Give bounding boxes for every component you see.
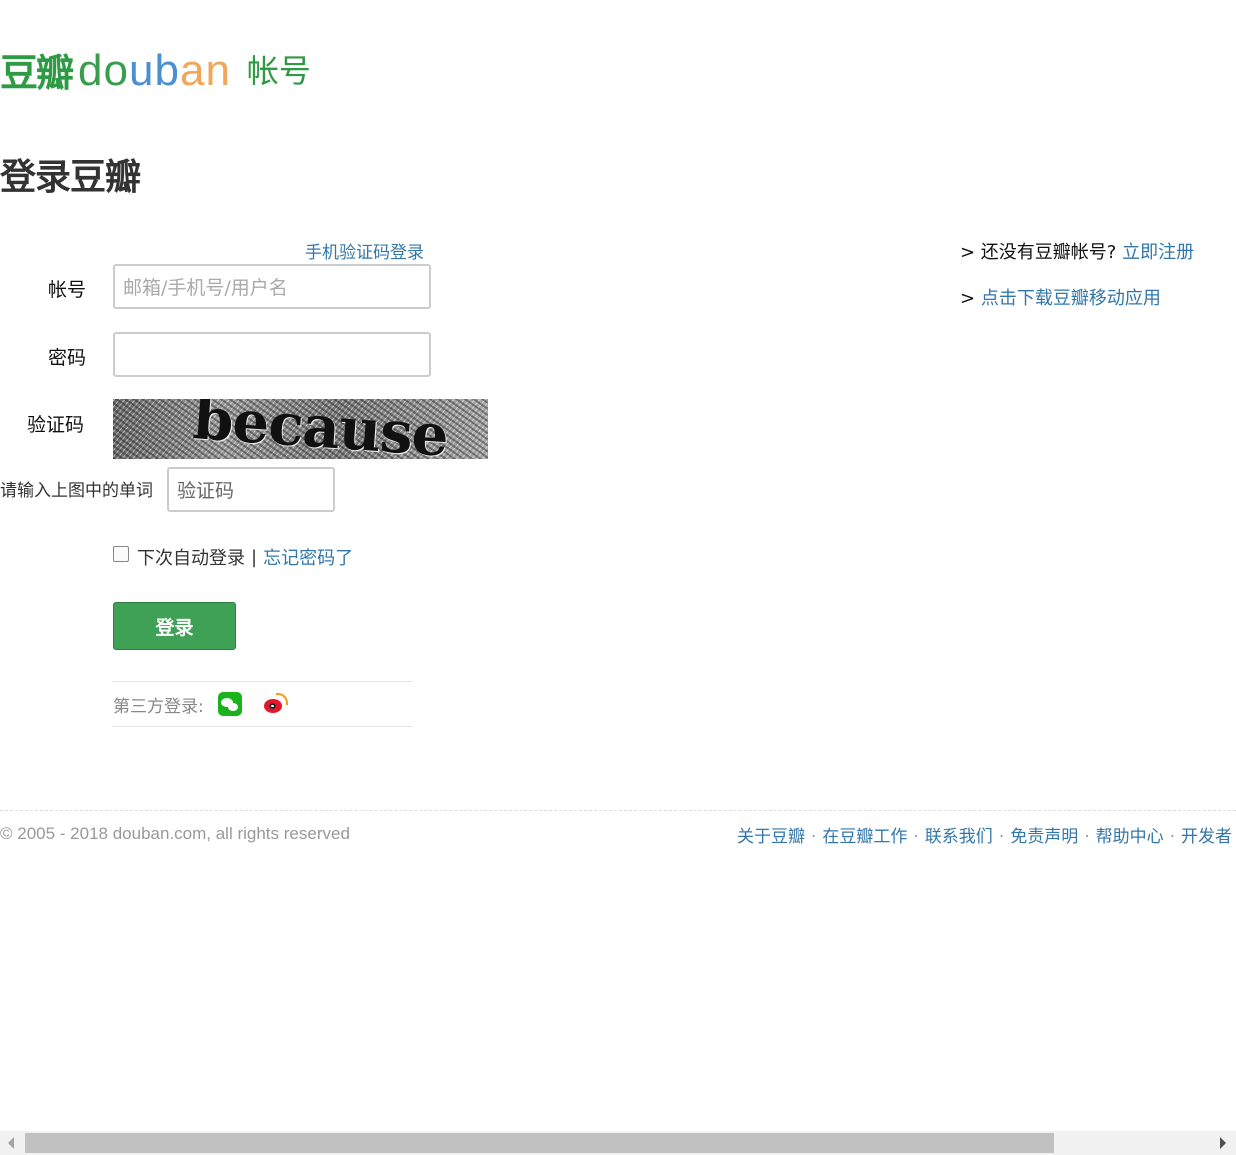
footer-link-disclaimer[interactable]: 免责声明 bbox=[1010, 827, 1078, 847]
download-app-link[interactable]: 点击下载豆瓣移动应用 bbox=[981, 288, 1161, 309]
footer-divider bbox=[0, 810, 1236, 811]
footer-links: 关于豆瓣 · 在豆瓣工作 · 联系我们 · 免责声明 · 帮助中心 · 开发者 bbox=[737, 827, 1233, 847]
page-title: 登录豆瓣 bbox=[0, 157, 141, 198]
captcha-label: 验证码 bbox=[27, 414, 85, 436]
copyright: © 2005 - 2018 douban.com, all rights res… bbox=[0, 824, 350, 843]
douban-logo[interactable]: 豆瓣 douban 帐号 bbox=[0, 40, 311, 96]
remember-me-label[interactable]: 下次自动登录 bbox=[137, 544, 245, 570]
download-app-row: > 点击下载豆瓣移动应用 bbox=[960, 284, 1161, 310]
captcha-prompt: 请输入上图中的单词 bbox=[0, 481, 153, 501]
account-input[interactable]: 邮箱/手机号/用户名 bbox=[113, 264, 431, 309]
login-button[interactable]: 登录 bbox=[113, 602, 236, 650]
scroll-left-arrow-icon[interactable] bbox=[8, 1137, 14, 1149]
footer-link-developers[interactable]: 开发者 bbox=[1181, 827, 1232, 847]
remember-me-checkbox[interactable] bbox=[113, 546, 129, 562]
account-placeholder: 邮箱/手机号/用户名 bbox=[123, 277, 288, 299]
account-label: 帐号 bbox=[48, 279, 87, 301]
third-party-login: 第三方登录: bbox=[113, 681, 413, 727]
logo-account-suffix: 帐号 bbox=[246, 52, 311, 90]
weibo-icon[interactable] bbox=[262, 693, 288, 715]
footer-link-help[interactable]: 帮助中心 bbox=[1096, 827, 1164, 847]
horizontal-scrollbar[interactable] bbox=[0, 1131, 1236, 1155]
download-app-prefix: > bbox=[960, 288, 976, 309]
wechat-icon[interactable] bbox=[217, 692, 242, 716]
footer-link-jobs[interactable]: 在豆瓣工作 bbox=[822, 827, 907, 847]
register-row: > 还没有豆瓣帐号? 立即注册 bbox=[960, 238, 1194, 264]
logo-english: douban bbox=[78, 46, 231, 95]
password-input[interactable] bbox=[113, 332, 431, 377]
password-label: 密码 bbox=[48, 347, 87, 369]
logo-chinese: 豆瓣 bbox=[0, 51, 74, 95]
remember-me-row: 下次自动登录 | 忘记密码了 bbox=[113, 544, 353, 570]
scroll-right-arrow-icon[interactable] bbox=[1220, 1137, 1226, 1149]
third-party-label: 第三方登录: bbox=[113, 696, 204, 717]
footer-link-contact[interactable]: 联系我们 bbox=[925, 827, 993, 847]
scrollbar-thumb[interactable] bbox=[25, 1133, 1054, 1153]
phone-code-login-link[interactable]: 手机验证码登录 bbox=[305, 238, 424, 263]
forgot-password-link[interactable]: 忘记密码了 bbox=[263, 544, 353, 570]
captcha-placeholder: 验证码 bbox=[177, 480, 235, 502]
separator: | bbox=[251, 546, 258, 568]
captcha-word: because bbox=[190, 399, 451, 459]
register-prefix: > 还没有豆瓣帐号? bbox=[960, 242, 1117, 263]
captcha-image[interactable]: because bbox=[113, 399, 488, 459]
footer-link-about[interactable]: 关于豆瓣 bbox=[737, 827, 805, 847]
register-link[interactable]: 立即注册 bbox=[1122, 242, 1194, 263]
captcha-input[interactable]: 验证码 bbox=[167, 467, 335, 512]
